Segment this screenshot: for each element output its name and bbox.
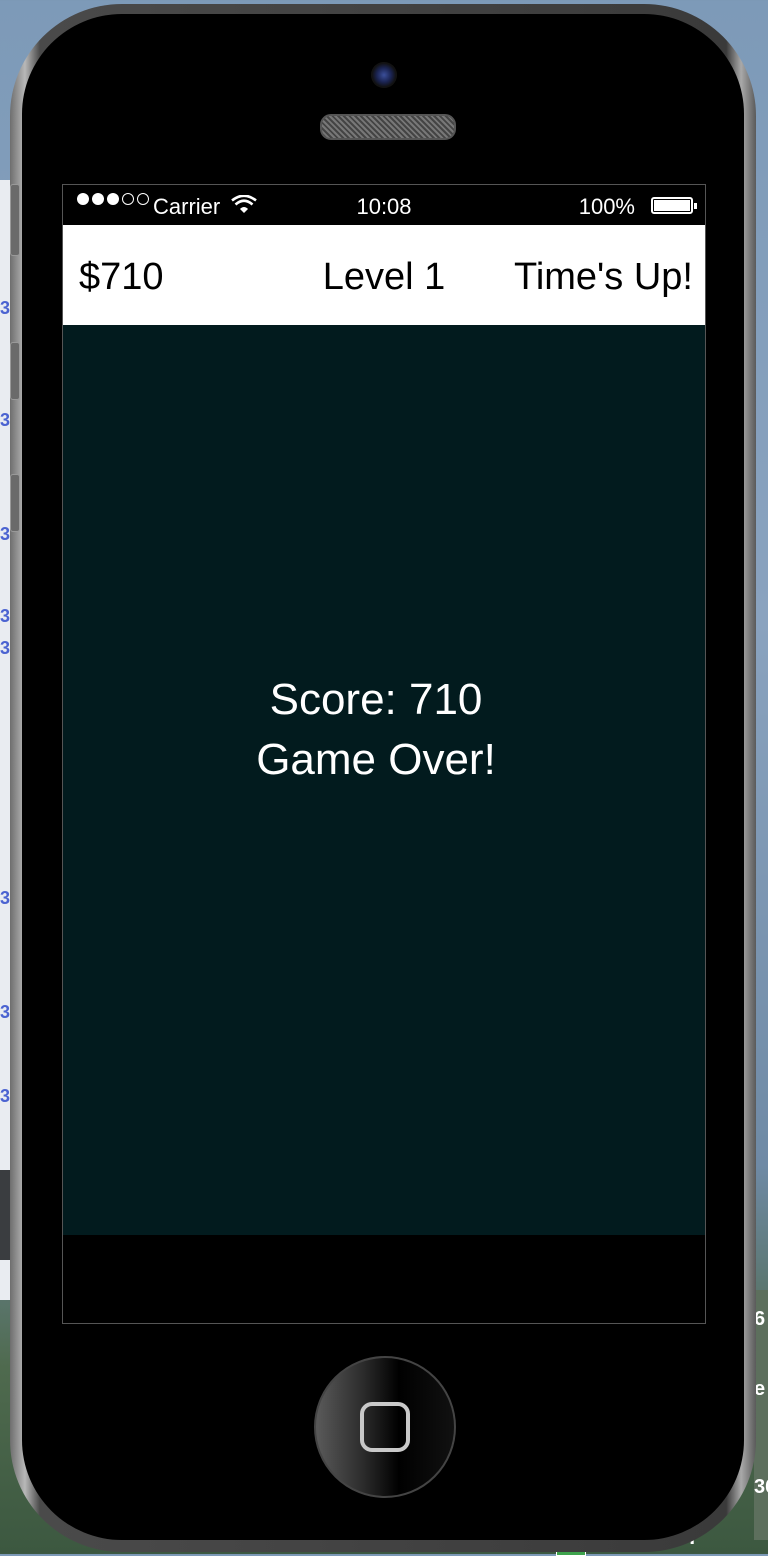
front-camera-icon	[371, 62, 397, 88]
desktop-glyph: 3	[0, 606, 11, 626]
game-canvas[interactable]: Score: 710 Game Over!	[63, 325, 705, 1235]
game-over-message: Game Over!	[256, 735, 496, 784]
battery-icon	[651, 197, 697, 214]
desktop-char: 36	[754, 1476, 768, 1498]
desktop-glyph: 3	[0, 638, 11, 658]
game-header: $710 Level 1 Time's Up!	[63, 225, 705, 325]
desktop-glyph: 3	[0, 888, 11, 908]
desktop-glyph: 3	[0, 1086, 11, 1106]
final-score: Score: 710	[269, 675, 483, 724]
home-button[interactable]	[314, 1356, 456, 1498]
bottom-bar	[63, 1235, 705, 1323]
battery-percentage: 100%	[578, 194, 635, 219]
volume-down-button	[10, 474, 20, 532]
earpiece-speaker	[320, 114, 456, 140]
desktop-glyph: 3	[0, 524, 11, 544]
desktop-glyph: 3	[0, 298, 11, 318]
volume-up-button	[10, 342, 20, 400]
status-bar: Carrier 10:08 100%	[63, 185, 705, 225]
desktop-glyph: 3	[0, 410, 11, 430]
desktop-glyph: 3	[0, 1002, 11, 1022]
desktop-right-strip: 6 e 36	[754, 1290, 768, 1540]
phone-screen: Carrier 10:08 100% $710 Level 1 Time's U…	[62, 184, 706, 1324]
home-square-icon	[360, 1402, 410, 1452]
mute-switch	[10, 184, 20, 256]
timer-label: Time's Up!	[514, 256, 693, 298]
